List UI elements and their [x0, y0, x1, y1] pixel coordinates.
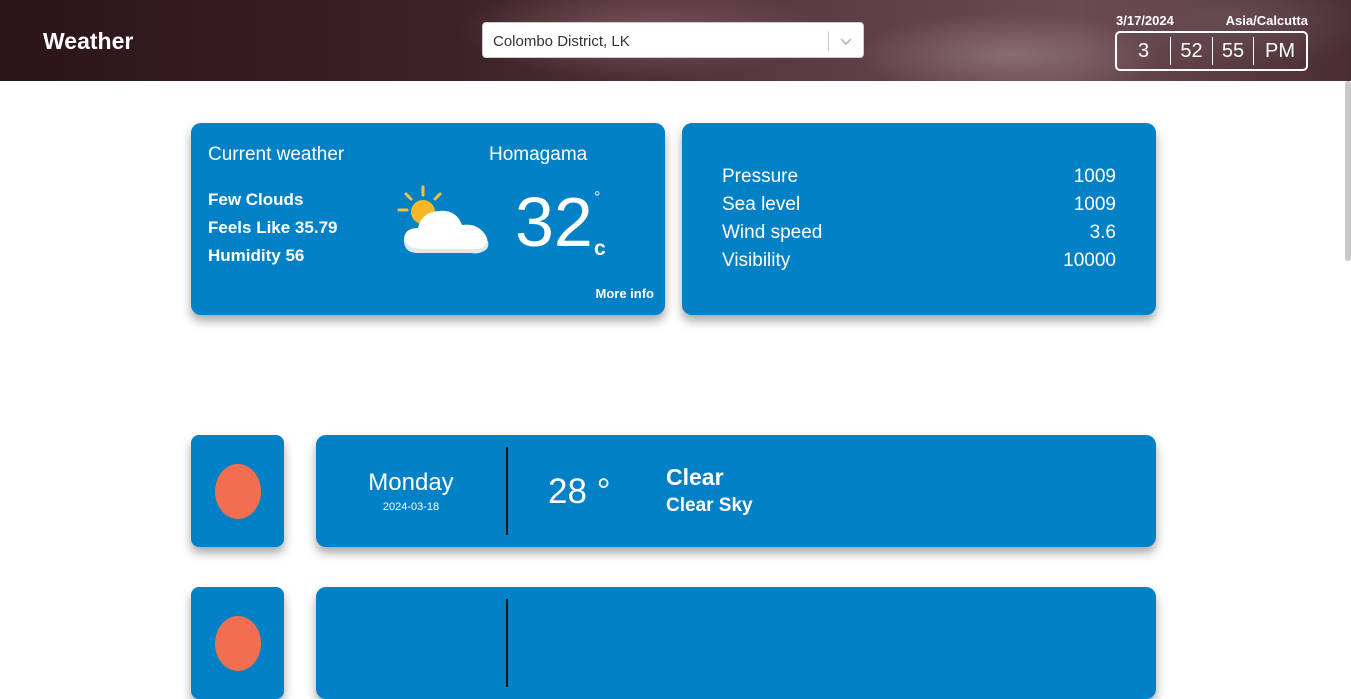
stat-row-visibility: Visibility 10000 — [722, 250, 1116, 278]
stat-row-pressure: Pressure 1009 — [722, 166, 1116, 194]
clock-date: 3/17/2024 — [1116, 13, 1174, 28]
app-title: Weather — [43, 28, 134, 54]
current-temperature: 32 — [515, 183, 593, 261]
stat-label: Wind speed — [722, 222, 823, 243]
stat-row-sea-level: Sea level 1009 — [722, 194, 1116, 222]
select-divider — [828, 31, 829, 51]
city-name: Homagama — [489, 144, 588, 165]
page-scrollbar[interactable] — [1345, 81, 1351, 261]
weather-condition: Few Clouds — [208, 190, 304, 209]
temperature-unit: c — [594, 237, 606, 260]
stat-label: Visibility — [722, 250, 791, 271]
stat-value: 10000 — [1063, 250, 1116, 271]
forecast-icon-card — [191, 435, 284, 547]
stat-value: 3.6 — [1089, 222, 1116, 243]
clock-timezone: Asia/Calcutta — [1225, 13, 1308, 28]
forecast-divider — [506, 447, 508, 535]
digital-clock: 3 52 55 PM — [1115, 31, 1308, 71]
location-select[interactable]: Colombo District, LK — [482, 22, 864, 58]
more-info-link[interactable]: More info — [596, 286, 655, 301]
stat-value: 1009 — [1073, 166, 1116, 187]
clock-period: PM — [1253, 37, 1306, 65]
forecast-card — [316, 587, 1156, 699]
stat-label: Sea level — [722, 194, 801, 215]
sun-dot-icon — [215, 616, 261, 671]
degree-symbol: ° — [594, 189, 601, 206]
clock-second: 55 — [1212, 37, 1253, 65]
forecast-day: Monday — [368, 469, 454, 496]
current-weather-title: Current weather — [208, 144, 345, 165]
location-select-value: Colombo District, LK — [493, 33, 630, 50]
forecast-condition: Clear — [666, 464, 724, 490]
feels-like: Feels Like 35.79 — [208, 218, 338, 237]
clock-minute: 52 — [1170, 37, 1212, 65]
forecast-card: Monday 2024-03-18 28 ° Clear Clear Sky — [316, 435, 1156, 547]
current-weather-card: Current weather Homagama Few Clouds Feel… — [191, 123, 665, 315]
forecast-temperature: 28 ° — [548, 472, 611, 511]
weather-stats-card: Pressure 1009 Sea level 1009 Wind speed … — [682, 123, 1156, 315]
clock-hour: 3 — [1137, 40, 1150, 62]
forecast-divider — [506, 599, 508, 687]
partly-cloudy-icon — [396, 185, 496, 266]
forecast-icon-card — [191, 587, 284, 699]
stat-label: Pressure — [722, 166, 799, 187]
humidity: Humidity 56 — [208, 246, 305, 265]
forecast-description: Clear Sky — [666, 495, 753, 516]
sun-dot-icon — [215, 464, 261, 519]
app-header: Weather Colombo District, LK 3/17/2024 A… — [0, 0, 1351, 81]
forecast-date: 2024-03-18 — [382, 501, 440, 513]
chevron-down-icon[interactable] — [839, 34, 853, 53]
stat-value: 1009 — [1073, 194, 1116, 215]
stat-row-wind-speed: Wind speed 3.6 — [722, 222, 1116, 250]
